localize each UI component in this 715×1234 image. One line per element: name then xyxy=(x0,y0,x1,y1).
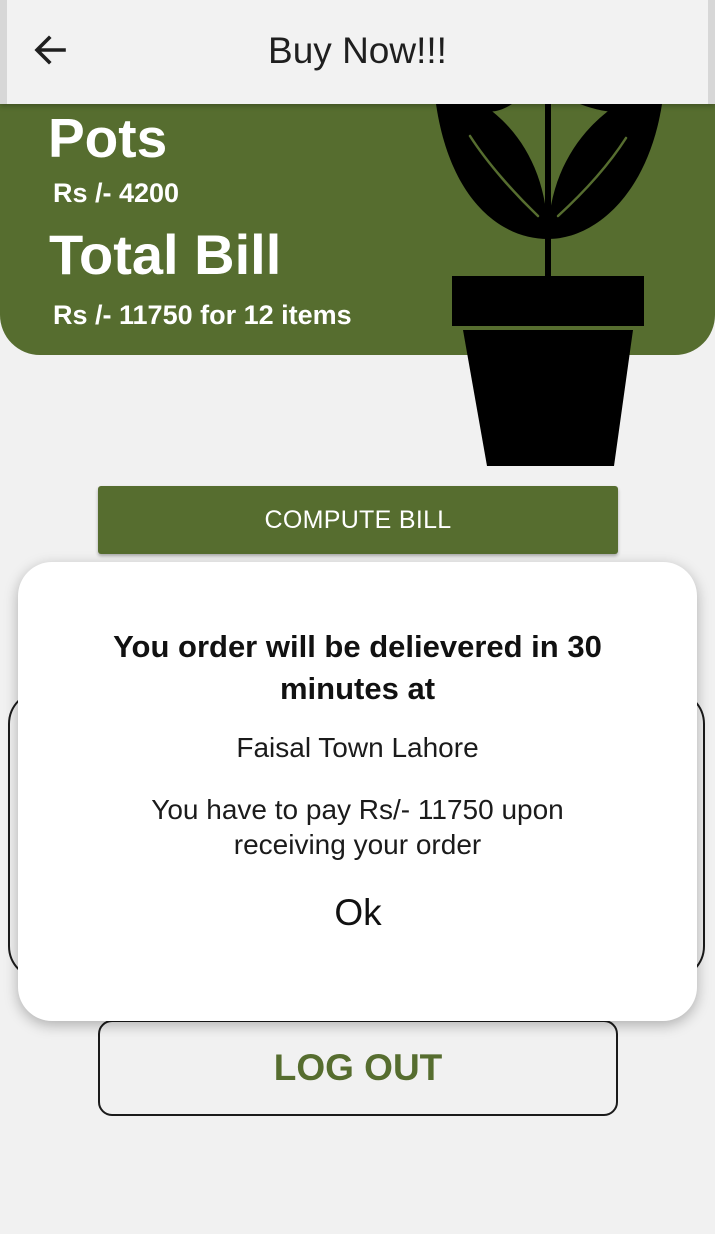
app-bar: Buy Now!!! xyxy=(0,0,715,104)
compute-bill-button[interactable]: COMPUTE BILL xyxy=(98,486,618,554)
order-confirmation-dialog: You order will be delievered in 30 minut… xyxy=(18,562,697,1021)
payment-message: You have to pay Rs/- 11750 upon receivin… xyxy=(151,794,564,860)
page-title: Buy Now!!! xyxy=(268,30,447,71)
logout-button[interactable]: LOG OUT xyxy=(98,1020,618,1116)
item-price: Rs /- 4200 xyxy=(53,178,180,208)
delivery-address: Faisal Town Lahore xyxy=(236,732,479,763)
ok-button[interactable]: Ok xyxy=(288,888,428,938)
potted-plant-icon xyxy=(436,104,662,466)
total-bill-value: Rs /- 11750 for 12 items xyxy=(53,300,352,330)
dialog-title: You order will be delievered in 30 minut… xyxy=(113,629,602,706)
total-bill-label: Total Bill xyxy=(49,223,282,286)
item-name: Pots xyxy=(48,107,168,169)
